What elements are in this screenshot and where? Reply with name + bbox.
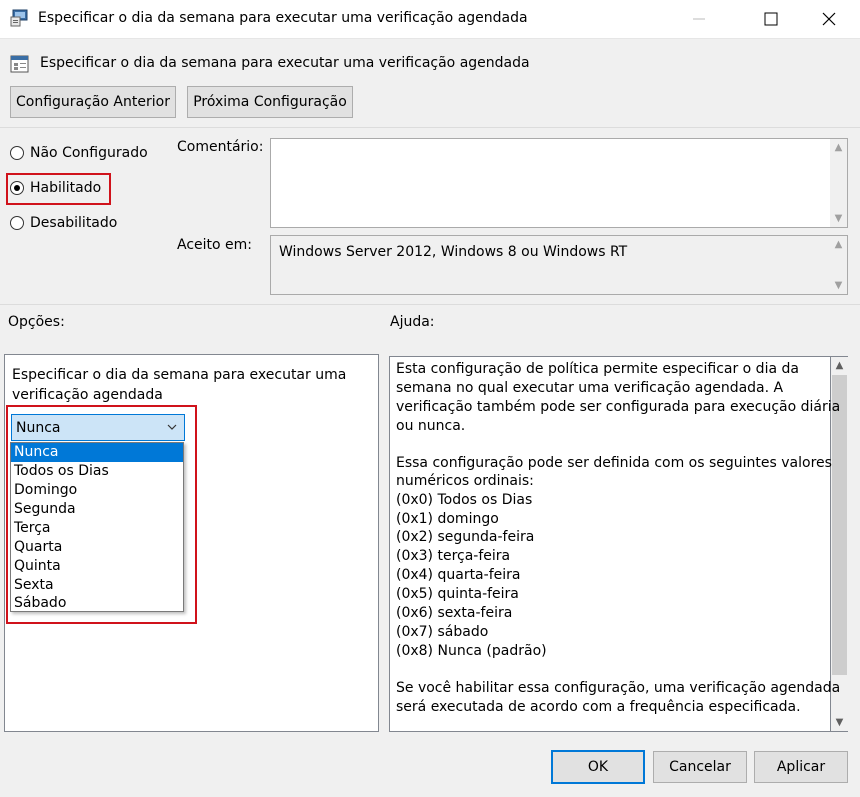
help-text-line: Essa configuração pode ser definida com … bbox=[396, 455, 832, 471]
comment-label: Comentário: bbox=[177, 139, 264, 155]
radio-circle bbox=[10, 216, 24, 230]
day-combobox[interactable]: Nunca bbox=[11, 414, 185, 441]
scroll-up-icon[interactable]: ▲ bbox=[830, 236, 847, 253]
close-icon bbox=[822, 12, 836, 26]
supported-value: Windows Server 2012, Windows 8 ou Window… bbox=[279, 244, 628, 260]
help-text-line: semana no qual executar uma verificação … bbox=[396, 380, 784, 396]
next-setting-label: Próxima Configuração bbox=[193, 94, 347, 110]
help-text-line: Se você habilitar essa configuração, uma… bbox=[396, 680, 841, 696]
help-text-line: será executada de acordo com a frequênci… bbox=[396, 699, 801, 715]
comment-field[interactable]: ▲ ▼ bbox=[270, 138, 848, 228]
radio-circle bbox=[10, 146, 24, 160]
radio-label-disabled: Desabilitado bbox=[30, 215, 118, 231]
option-description-line2: verificação agendada bbox=[12, 387, 163, 403]
combo-value: Nunca bbox=[16, 419, 61, 436]
dropdown-item-quarta[interactable]: Quarta bbox=[11, 538, 183, 557]
help-text-line: (0x4) quarta-feira bbox=[396, 567, 521, 583]
radio-label-not-configured: Não Configurado bbox=[30, 145, 148, 161]
dropdown-item-sexta[interactable]: Sexta bbox=[11, 576, 183, 595]
apply-label: Aplicar bbox=[776, 759, 826, 775]
dropdown-item-nunca[interactable]: Nunca bbox=[11, 443, 183, 462]
scroll-down-icon[interactable]: ▼ bbox=[830, 277, 847, 294]
ok-label: OK bbox=[587, 759, 609, 775]
minimize-icon bbox=[693, 18, 705, 20]
window-title: Especificar o dia da semana para executa… bbox=[38, 10, 528, 26]
option-description-line1: Especificar o dia da semana para executa… bbox=[12, 367, 347, 383]
help-label: Ajuda: bbox=[390, 314, 435, 330]
chevron-down-icon bbox=[167, 424, 177, 430]
cancel-button[interactable]: Cancelar bbox=[653, 751, 747, 783]
help-text-line: (0x8) Nunca (padrão) bbox=[396, 643, 547, 659]
scroll-down-icon[interactable]: ▼ bbox=[830, 210, 847, 227]
help-text-line: (0x6) sexta-feira bbox=[396, 605, 513, 621]
help-text-line: ou nunca. bbox=[396, 418, 466, 434]
policy-editor-icon bbox=[10, 9, 28, 27]
maximize-icon bbox=[764, 12, 778, 26]
next-setting-button[interactable]: Próxima Configuração bbox=[187, 86, 353, 118]
day-dropdown-list: Nunca Todos os Dias Domingo Segunda Terç… bbox=[10, 442, 184, 612]
scroll-down-icon[interactable]: ▼ bbox=[831, 714, 848, 731]
scroll-up-icon[interactable]: ▲ bbox=[831, 357, 848, 374]
help-text-line: (0x5) quinta-feira bbox=[396, 586, 519, 602]
help-text-line: (0x1) domingo bbox=[396, 511, 499, 527]
setting-title: Especificar o dia da semana para executa… bbox=[40, 55, 530, 71]
maximize-button[interactable] bbox=[748, 0, 794, 38]
radio-disabled[interactable]: Desabilitado bbox=[10, 215, 117, 231]
previous-setting-label: Configuração Anterior bbox=[16, 94, 170, 110]
dropdown-item-domingo[interactable]: Domingo bbox=[11, 481, 183, 500]
help-text-line: (0x0) Todos os Dias bbox=[396, 492, 533, 508]
supported-scrollbar[interactable]: ▲ ▼ bbox=[830, 236, 847, 294]
help-text-line: numéricos ordinais: bbox=[396, 473, 534, 489]
radio-enabled[interactable]: Habilitado bbox=[10, 180, 101, 196]
setting-icon bbox=[10, 54, 30, 74]
help-text-line: (0x2) segunda-feira bbox=[396, 529, 535, 545]
scroll-up-icon[interactable]: ▲ bbox=[830, 139, 847, 156]
comment-scrollbar[interactable]: ▲ ▼ bbox=[830, 139, 847, 227]
dropdown-item-sabado[interactable]: Sábado bbox=[11, 594, 183, 613]
previous-setting-button[interactable]: Configuração Anterior bbox=[10, 86, 176, 118]
help-text-line: (0x7) sábado bbox=[396, 624, 489, 640]
scrollbar-thumb[interactable] bbox=[832, 375, 847, 675]
separator bbox=[0, 127, 860, 128]
supported-field: Windows Server 2012, Windows 8 ou Window… bbox=[270, 235, 848, 295]
radio-not-configured[interactable]: Não Configurado bbox=[10, 145, 148, 161]
radio-label-enabled: Habilitado bbox=[30, 180, 102, 196]
ok-button[interactable]: OK bbox=[551, 750, 645, 784]
supported-label: Aceito em: bbox=[177, 237, 253, 253]
help-text-line: verificação também pode ser configurada … bbox=[396, 399, 841, 415]
dropdown-item-segunda[interactable]: Segunda bbox=[11, 500, 183, 519]
dropdown-item-todos-os-dias[interactable]: Todos os Dias bbox=[11, 462, 183, 481]
dropdown-item-quinta[interactable]: Quinta bbox=[11, 557, 183, 576]
help-text-line: Esta configuração de política permite es… bbox=[396, 361, 799, 377]
options-label: Opções: bbox=[8, 314, 65, 330]
help-text-line: (0x3) terça-feira bbox=[396, 548, 511, 564]
minimize-button[interactable] bbox=[676, 0, 722, 38]
close-button[interactable] bbox=[806, 0, 852, 38]
apply-button[interactable]: Aplicar bbox=[754, 751, 848, 783]
cancel-label: Cancelar bbox=[669, 759, 731, 775]
radio-circle-selected bbox=[10, 181, 24, 195]
title-bar: Especificar o dia da semana para executa… bbox=[0, 0, 860, 39]
separator bbox=[0, 304, 860, 305]
dropdown-item-terca[interactable]: Terça bbox=[11, 519, 183, 538]
